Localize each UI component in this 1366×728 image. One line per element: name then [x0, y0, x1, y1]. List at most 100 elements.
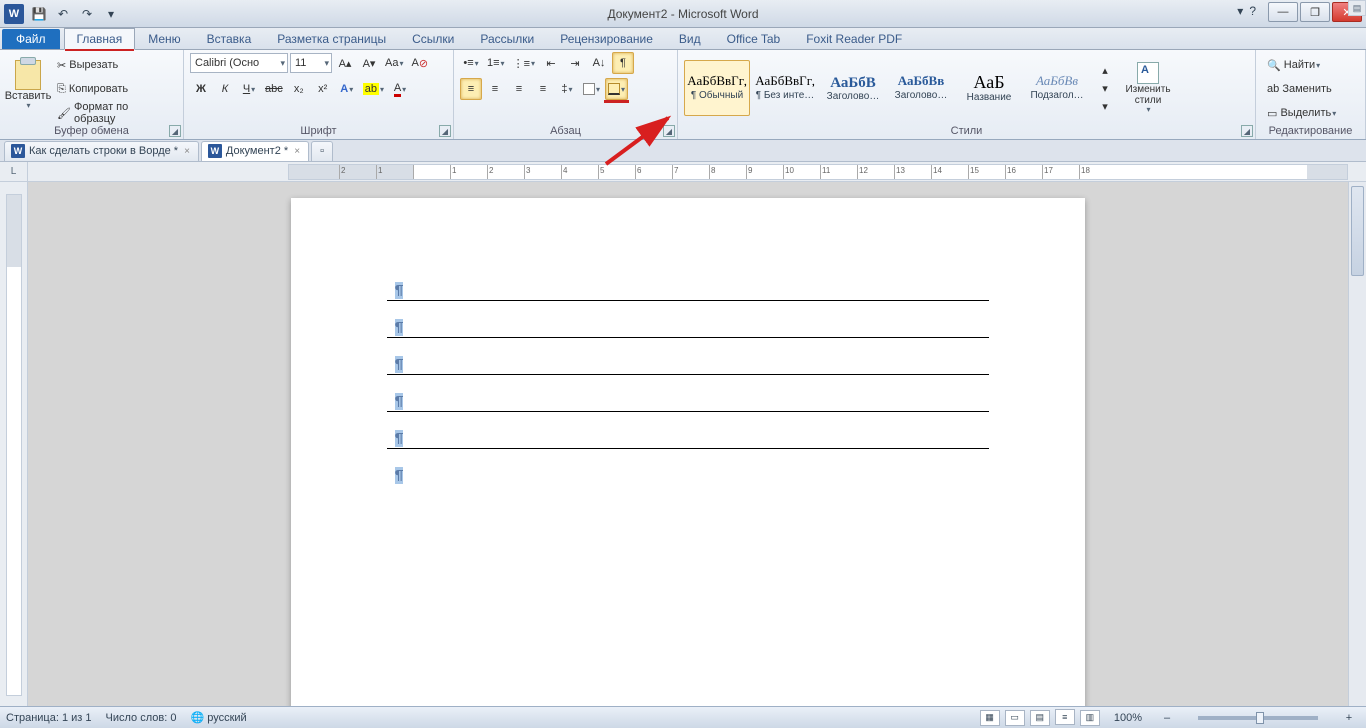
- font-size-combo[interactable]: 11: [290, 53, 332, 73]
- view-web-layout[interactable]: ▤: [1030, 710, 1050, 726]
- style-item-5[interactable]: АаБбВвПодзагол…: [1024, 60, 1090, 116]
- bold-button[interactable]: Ж: [190, 78, 212, 100]
- minimize-button[interactable]: —: [1268, 2, 1298, 22]
- subscript-button[interactable]: x₂: [288, 78, 310, 100]
- style-gallery-more[interactable]: ▾: [1094, 98, 1116, 114]
- align-right-button[interactable]: ≡: [508, 78, 530, 100]
- cut-button[interactable]: ✂ Вырезать: [52, 54, 177, 76]
- show-pilcrow-button[interactable]: ¶: [612, 52, 634, 74]
- paragraph[interactable]: ¶: [387, 467, 989, 485]
- qat-customize[interactable]: ▾: [100, 3, 122, 25]
- zoom-slider[interactable]: [1198, 716, 1318, 720]
- change-styles-button[interactable]: A Изменить стили▾: [1118, 55, 1178, 121]
- multilevel-list-button[interactable]: ⋮≡▾: [510, 52, 538, 74]
- tab-selector[interactable]: L: [0, 162, 28, 181]
- highlight-button[interactable]: ab▾: [360, 78, 387, 100]
- new-doc-tab[interactable]: ▫: [311, 141, 333, 161]
- tab-mailings[interactable]: Рассылки: [467, 28, 547, 49]
- align-center-button[interactable]: ≡: [484, 78, 506, 100]
- zoom-out[interactable]: –: [1156, 710, 1178, 726]
- close-doc-tab-1[interactable]: ×: [182, 146, 192, 157]
- style-gallery[interactable]: АаБбВвГг,¶ ОбычныйАаБбВвГг,¶ Без инте…Аа…: [684, 60, 1090, 116]
- increase-indent-button[interactable]: ⇥: [564, 52, 586, 74]
- font-name-combo[interactable]: Calibri (Осно: [190, 53, 288, 73]
- tab-insert[interactable]: Вставка: [194, 28, 265, 49]
- tab-view[interactable]: Вид: [666, 28, 714, 49]
- undo-button[interactable]: ↶: [52, 3, 74, 25]
- sort-button[interactable]: A↓: [588, 52, 610, 74]
- font-dialog-launcher[interactable]: ◢: [439, 125, 451, 137]
- paragraph[interactable]: ¶: [387, 393, 989, 411]
- tab-home[interactable]: Главная: [64, 28, 136, 50]
- replace-button[interactable]: ab Заменить: [1262, 78, 1337, 100]
- document-tab-1[interactable]: W Как сделать строки в Ворде * ×: [4, 141, 199, 161]
- zoom-slider-knob[interactable]: [1256, 712, 1264, 724]
- tab-review[interactable]: Рецензирование: [547, 28, 666, 49]
- split-view-icon[interactable]: ▤: [1348, 0, 1366, 16]
- shrink-font-button[interactable]: A▾: [358, 52, 380, 74]
- paragraph-dialog-launcher[interactable]: ◢: [663, 125, 675, 137]
- decrease-indent-button[interactable]: ⇤: [540, 52, 562, 74]
- document-tab-2[interactable]: W Документ2 * ×: [201, 141, 309, 161]
- shading-button[interactable]: ▾: [580, 78, 603, 100]
- style-item-1[interactable]: АаБбВвГг,¶ Без инте…: [752, 60, 818, 116]
- tab-office-tab[interactable]: Office Tab: [714, 28, 794, 49]
- find-button[interactable]: 🔍 Найти▾: [1262, 54, 1325, 76]
- clipboard-dialog-launcher[interactable]: ◢: [169, 125, 181, 137]
- numbering-button[interactable]: 1≡▾: [484, 52, 508, 74]
- maximize-button[interactable]: ❐: [1300, 2, 1330, 22]
- tab-foxit[interactable]: Foxit Reader PDF: [793, 28, 915, 49]
- close-doc-tab-2[interactable]: ×: [292, 146, 302, 157]
- help-icon[interactable]: ?: [1249, 4, 1256, 18]
- document-viewport[interactable]: ¶ ¶ ¶ ¶ ¶ ¶: [28, 182, 1348, 706]
- file-tab[interactable]: Файл: [2, 29, 60, 49]
- style-item-0[interactable]: АаБбВвГг,¶ Обычный: [684, 60, 750, 116]
- view-draft[interactable]: ▥: [1080, 710, 1100, 726]
- format-painter-button[interactable]: 🖌 Формат по образцу: [52, 102, 177, 124]
- paragraph[interactable]: ¶: [387, 430, 989, 448]
- style-gallery-down[interactable]: ▾: [1094, 80, 1116, 96]
- styles-dialog-launcher[interactable]: ◢: [1241, 125, 1253, 137]
- tab-menu[interactable]: Меню: [135, 28, 193, 49]
- align-justify-button[interactable]: ≡: [532, 78, 554, 100]
- view-print-layout[interactable]: ▦: [980, 710, 1000, 726]
- vertical-ruler[interactable]: [6, 194, 22, 696]
- zoom-in[interactable]: +: [1338, 710, 1360, 726]
- style-gallery-up[interactable]: ▴: [1094, 62, 1116, 78]
- copy-button[interactable]: ⎘ Копировать: [52, 78, 177, 100]
- view-full-screen[interactable]: ▭: [1005, 710, 1025, 726]
- clear-formatting-button[interactable]: A⊘: [408, 52, 431, 74]
- tab-page-layout[interactable]: Разметка страницы: [264, 28, 399, 49]
- scroll-thumb[interactable]: [1351, 186, 1364, 276]
- paragraph[interactable]: ¶: [387, 282, 989, 300]
- zoom-level[interactable]: 100%: [1114, 712, 1142, 724]
- paste-button[interactable]: Вставить▾: [6, 52, 50, 118]
- save-button[interactable]: 💾: [28, 3, 50, 25]
- status-page[interactable]: Страница: 1 из 1: [6, 712, 92, 724]
- horizontal-ruler[interactable]: 21123456789101112131415161718: [288, 164, 1348, 180]
- italic-button[interactable]: К: [214, 78, 236, 100]
- style-item-2[interactable]: АаБбВЗаголово…: [820, 60, 886, 116]
- status-word-count[interactable]: Число слов: 0: [106, 712, 177, 724]
- align-left-button[interactable]: ≡: [460, 78, 482, 100]
- grow-font-button[interactable]: A▴: [334, 52, 356, 74]
- bullets-button[interactable]: •≡▾: [460, 52, 482, 74]
- change-case-button[interactable]: Aa▾: [382, 52, 406, 74]
- page[interactable]: ¶ ¶ ¶ ¶ ¶ ¶: [291, 198, 1085, 706]
- paragraph[interactable]: ¶: [387, 356, 989, 374]
- redo-button[interactable]: ↷: [76, 3, 98, 25]
- status-language[interactable]: 🌐 русский: [190, 711, 246, 724]
- tab-references[interactable]: Ссылки: [399, 28, 467, 49]
- strikethrough-button[interactable]: abc: [262, 78, 286, 100]
- style-item-4[interactable]: АаБНазвание: [956, 60, 1022, 116]
- text-effects-button[interactable]: A▾: [336, 78, 358, 100]
- font-color-button[interactable]: A▾: [389, 78, 411, 100]
- underline-button[interactable]: Ч▾: [238, 78, 260, 100]
- view-outline[interactable]: ≡: [1055, 709, 1075, 725]
- select-button[interactable]: ▭ Выделить▾: [1262, 102, 1341, 124]
- borders-button[interactable]: ▾: [605, 78, 628, 100]
- paragraph[interactable]: ¶: [387, 319, 989, 337]
- style-item-3[interactable]: АаБбВвЗаголово…: [888, 60, 954, 116]
- line-spacing-button[interactable]: ‡▾: [556, 78, 578, 100]
- superscript-button[interactable]: x²: [312, 78, 334, 100]
